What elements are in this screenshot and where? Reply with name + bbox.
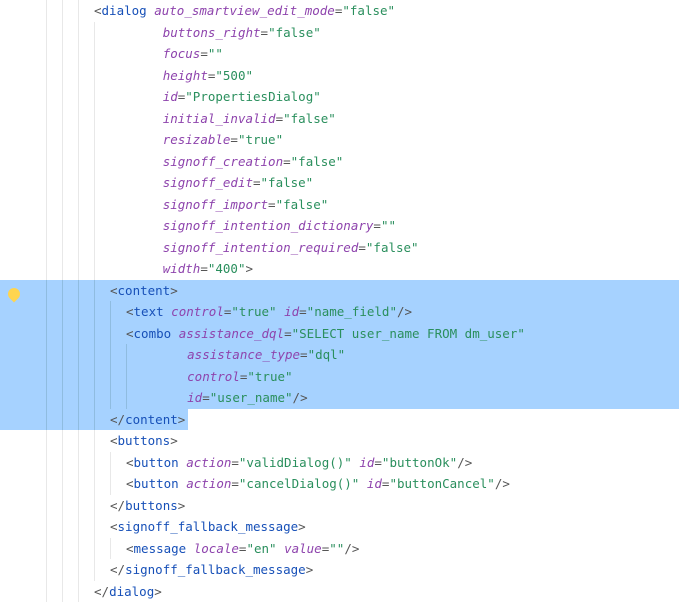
- indent-guides: [46, 387, 142, 409]
- code-text: <buttons>: [110, 430, 178, 452]
- code-line[interactable]: </dialog>: [46, 581, 679, 603]
- code-line[interactable]: </signoff_fallback_message>: [46, 559, 679, 581]
- code-text: <message locale="en" value=""/>: [126, 538, 359, 560]
- fold-gutter[interactable]: [30, 0, 46, 612]
- code-line[interactable]: buttons_right="false": [46, 22, 679, 44]
- code-text: resizable="true": [110, 129, 283, 151]
- code-line[interactable]: </content>: [46, 409, 679, 431]
- code-text: </signoff_fallback_message>: [110, 559, 313, 581]
- code-line[interactable]: <buttons>: [46, 430, 679, 452]
- code-line[interactable]: <combo assistance_dql="SELECT user_name …: [46, 323, 679, 345]
- code-line[interactable]: signoff_intention_dictionary="": [46, 215, 679, 237]
- code-line[interactable]: <button action="cancelDialog()" id="butt…: [46, 473, 679, 495]
- code-text: <combo assistance_dql="SELECT user_name …: [126, 323, 525, 345]
- indent-guides: [46, 366, 142, 388]
- code-line[interactable]: signoff_creation="false": [46, 151, 679, 173]
- indent-guides: [46, 237, 110, 259]
- indent-guides: [46, 280, 110, 302]
- code-text: buttons_right="false": [110, 22, 321, 44]
- code-text: signoff_import="false": [110, 194, 328, 216]
- code-text: <dialog auto_smartview_edit_mode="false": [94, 0, 395, 22]
- code-line[interactable]: <text control="true" id="name_field"/>: [46, 301, 679, 323]
- indent-guides: [46, 65, 110, 87]
- code-line[interactable]: signoff_edit="false": [46, 172, 679, 194]
- code-text: </buttons>: [110, 495, 185, 517]
- indent-guides: [46, 473, 126, 495]
- code-text: <text control="true" id="name_field"/>: [126, 301, 412, 323]
- code-text: initial_invalid="false": [110, 108, 336, 130]
- gutter-annotations: [0, 0, 30, 612]
- indent-guides: [46, 452, 126, 474]
- code-line[interactable]: assistance_type="dql": [46, 344, 679, 366]
- code-text: id="PropertiesDialog": [110, 86, 321, 108]
- indent-guides: [46, 516, 110, 538]
- code-line[interactable]: <button action="validDialog()" id="butto…: [46, 452, 679, 474]
- code-line[interactable]: height="500": [46, 65, 679, 87]
- code-text: signoff_intention_dictionary="": [110, 215, 396, 237]
- indent-guides: [46, 194, 110, 216]
- indent-guides: [46, 258, 110, 280]
- indent-guides: [46, 0, 94, 22]
- indent-guides: [46, 430, 110, 452]
- code-line[interactable]: <signoff_fallback_message>: [46, 516, 679, 538]
- code-text: <content>: [110, 280, 178, 302]
- indent-guides: [46, 172, 110, 194]
- indent-guides: [46, 559, 110, 581]
- code-text: height="500": [110, 65, 253, 87]
- code-text: id="user_name"/>: [142, 387, 308, 409]
- code-text: width="400">: [110, 258, 253, 280]
- code-line[interactable]: id="PropertiesDialog": [46, 86, 679, 108]
- indent-guides: [46, 409, 110, 431]
- code-line[interactable]: control="true": [46, 366, 679, 388]
- code-text: </dialog>: [94, 581, 162, 603]
- indent-guides: [46, 323, 126, 345]
- indent-guides: [46, 581, 94, 603]
- code-text: </content>: [110, 409, 187, 431]
- code-text: <signoff_fallback_message>: [110, 516, 306, 538]
- indent-guides: [46, 538, 126, 560]
- indent-guides: [46, 151, 110, 173]
- indent-guides: [46, 86, 110, 108]
- code-text: assistance_type="dql": [142, 344, 345, 366]
- code-line[interactable]: resizable="true": [46, 129, 679, 151]
- code-line[interactable]: signoff_intention_required="false": [46, 237, 679, 259]
- indent-guides: [46, 108, 110, 130]
- code-line[interactable]: id="user_name"/>: [46, 387, 679, 409]
- code-line[interactable]: initial_invalid="false": [46, 108, 679, 130]
- lightbulb-icon[interactable]: [6, 286, 23, 303]
- indent-guides: [46, 43, 110, 65]
- code-editor[interactable]: <dialog auto_smartview_edit_mode="false"…: [0, 0, 679, 612]
- indent-guides: [46, 344, 142, 366]
- code-line[interactable]: </buttons>: [46, 495, 679, 517]
- code-line[interactable]: <dialog auto_smartview_edit_mode="false": [46, 0, 679, 22]
- indent-guides: [46, 129, 110, 151]
- indent-guides: [46, 301, 126, 323]
- code-area[interactable]: <dialog auto_smartview_edit_mode="false"…: [46, 0, 679, 612]
- code-text: <button action="validDialog()" id="butto…: [126, 452, 472, 474]
- code-line[interactable]: focus="": [46, 43, 679, 65]
- code-line[interactable]: <message locale="en" value=""/>: [46, 538, 679, 560]
- code-text: signoff_edit="false": [110, 172, 313, 194]
- code-text: signoff_creation="false": [110, 151, 343, 173]
- code-text: signoff_intention_required="false": [110, 237, 419, 259]
- code-text: control="true": [142, 366, 293, 388]
- indent-guides: [46, 495, 110, 517]
- indent-guides: [46, 215, 110, 237]
- code-line[interactable]: <content>: [46, 280, 679, 302]
- code-line[interactable]: width="400">: [46, 258, 679, 280]
- code-text: focus="": [110, 43, 223, 65]
- code-text: <button action="cancelDialog()" id="butt…: [126, 473, 510, 495]
- code-line[interactable]: signoff_import="false": [46, 194, 679, 216]
- indent-guides: [46, 22, 110, 44]
